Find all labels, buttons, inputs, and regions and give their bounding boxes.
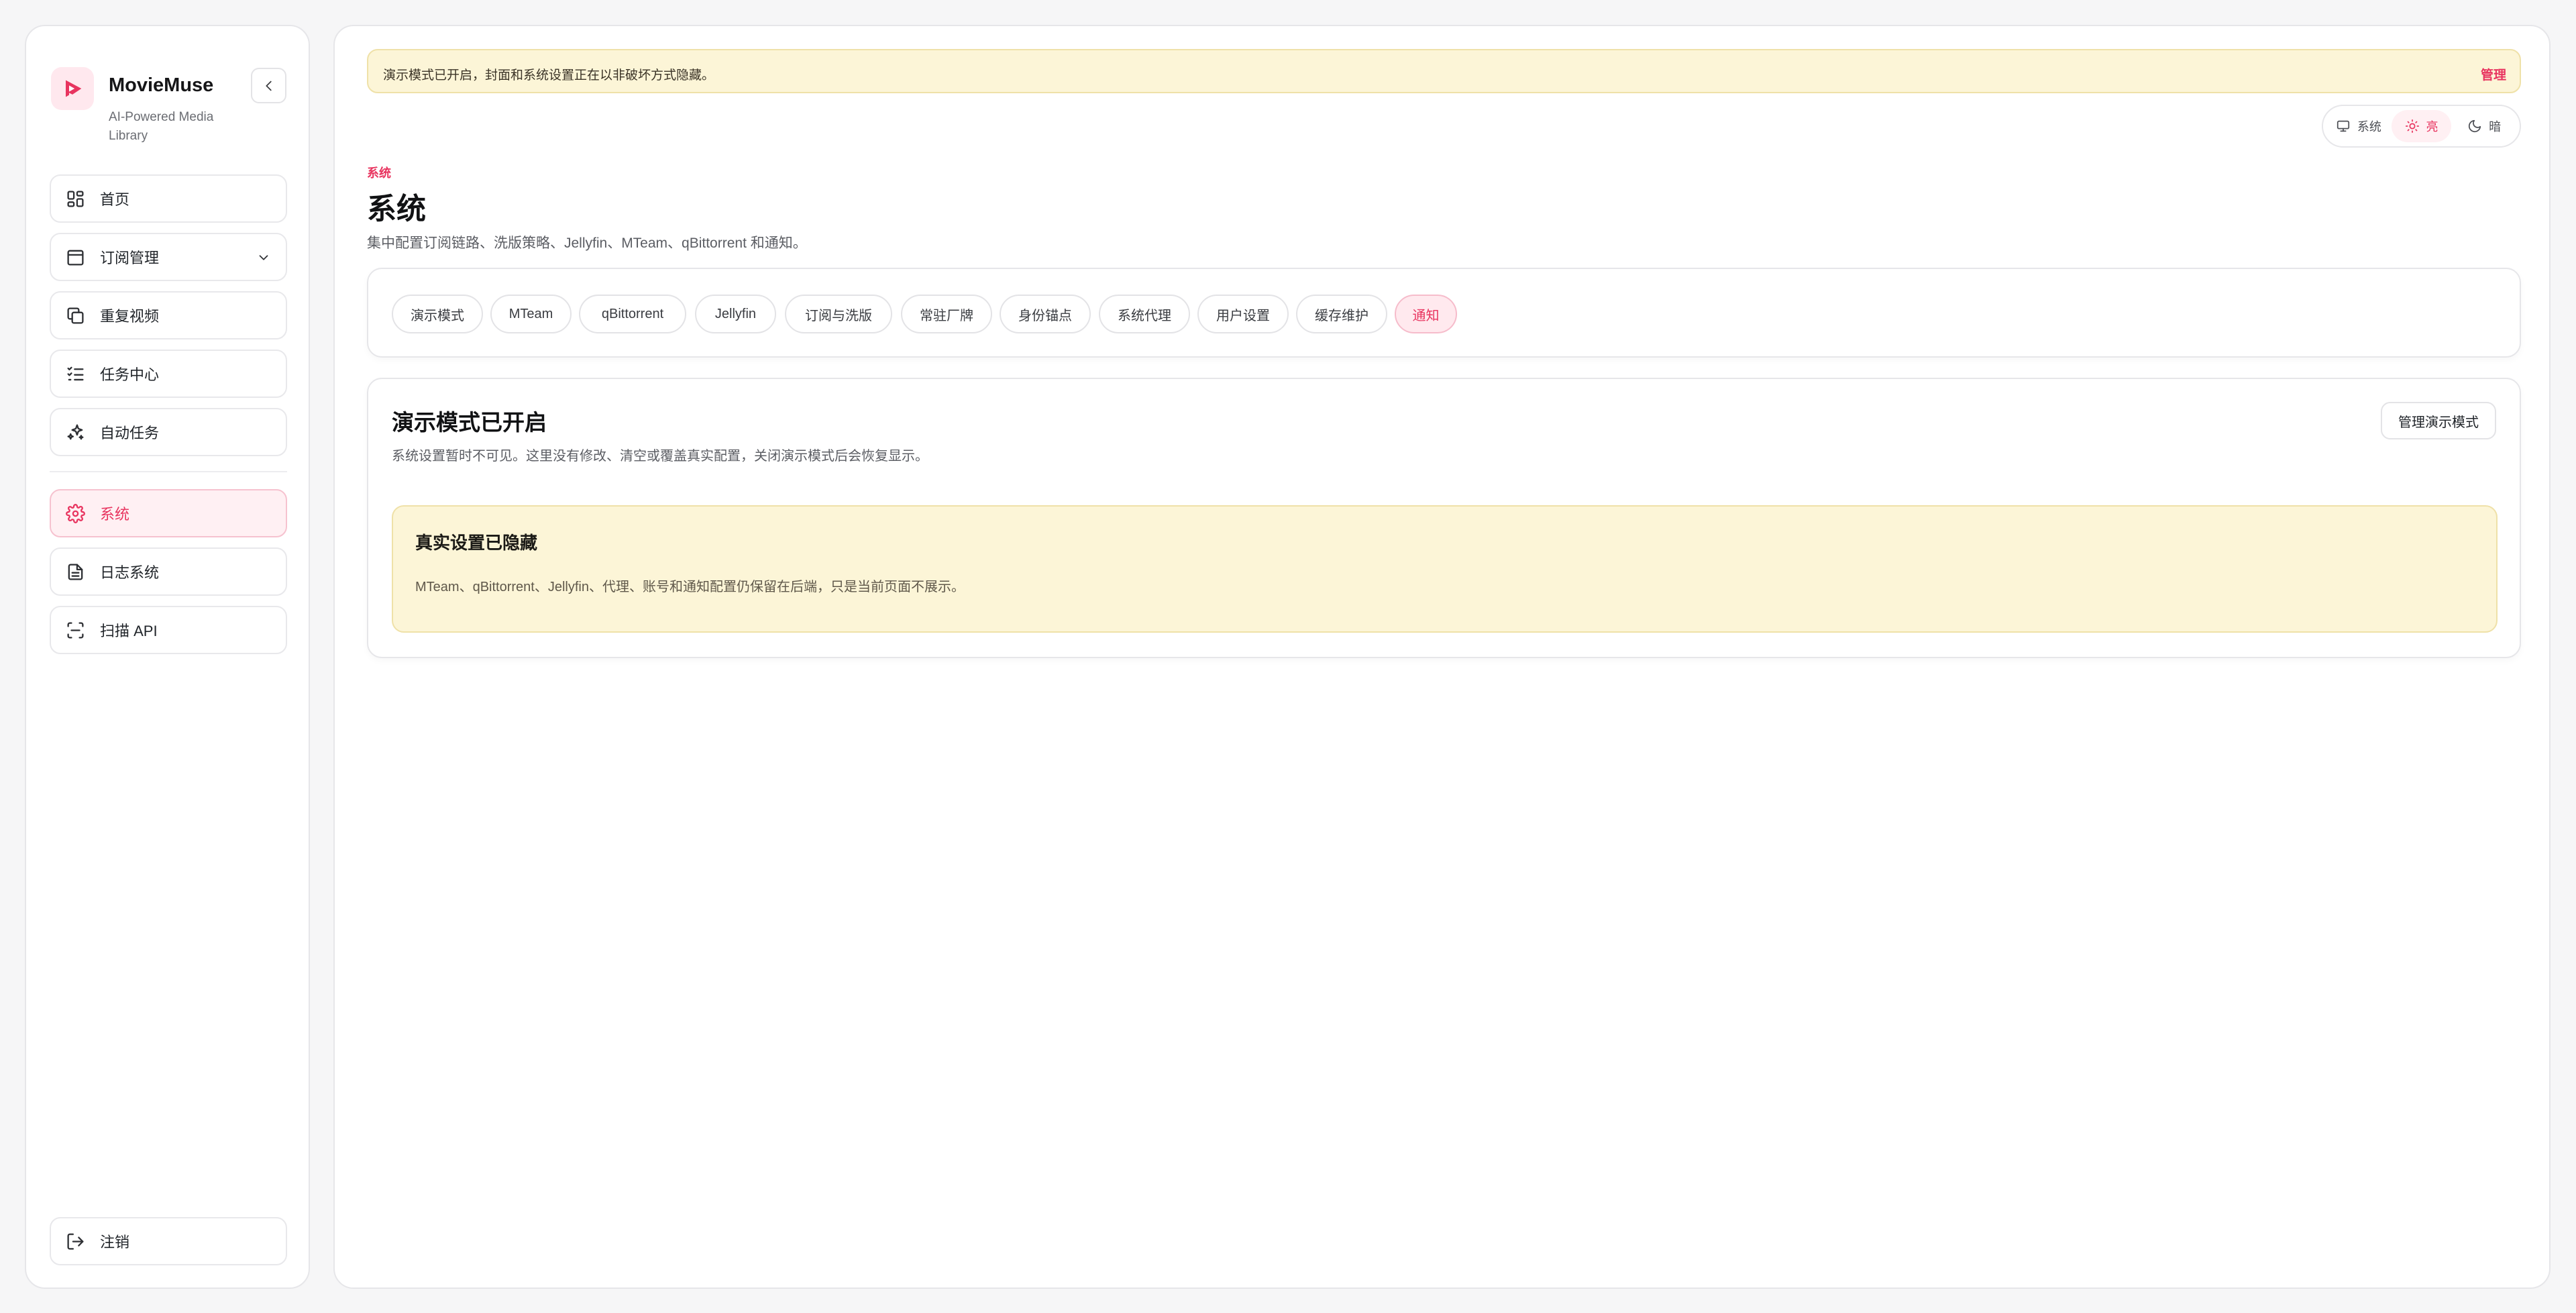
tab-resident-studios[interactable]: 常驻厂牌 bbox=[901, 295, 992, 333]
demo-card-title: 演示模式已开启 bbox=[392, 410, 547, 435]
logout-label: 注销 bbox=[100, 1234, 130, 1251]
sidebar-item-label: 订阅管理 bbox=[100, 250, 160, 266]
collapse-sidebar-button[interactable] bbox=[251, 68, 286, 103]
theme-option-system[interactable]: 系统 bbox=[2328, 110, 2389, 142]
theme-option-light[interactable]: 亮 bbox=[2391, 110, 2452, 142]
copy-icon bbox=[66, 306, 85, 325]
sidebar-item-duplicates[interactable]: 重复视频 bbox=[50, 291, 287, 339]
theme-option-label: 暗 bbox=[2489, 120, 2502, 134]
sidebar-item-label: 自动任务 bbox=[100, 425, 160, 441]
sidebar-item-label: 首页 bbox=[100, 191, 130, 208]
notice-title: 真实设置已隐藏 bbox=[415, 533, 538, 553]
tab-mteam[interactable]: MTeam bbox=[490, 295, 572, 333]
settings-tabs: 演示模式 MTeam qBittorrent Jellyfin 订阅与洗版 常驻… bbox=[367, 268, 2521, 358]
theme-switcher: 系统 亮 暗 bbox=[2322, 105, 2521, 148]
sidebar-item-logs[interactable]: 日志系统 bbox=[50, 547, 287, 596]
banner-message: 演示模式已开启，封面和系统设置正在以非破坏方式隐藏。 bbox=[383, 68, 715, 83]
logout-icon bbox=[66, 1232, 85, 1251]
scan-icon bbox=[66, 621, 85, 640]
page-eyebrow: 系统 bbox=[367, 166, 391, 180]
logout-button[interactable]: 注销 bbox=[50, 1217, 287, 1265]
notice-body: MTeam、qBittorrent、Jellyfin、代理、账号和通知配置仍保留… bbox=[415, 580, 965, 594]
sidebar-item-label: 系统 bbox=[100, 506, 130, 523]
tab-identity-anchors[interactable]: 身份锚点 bbox=[1000, 295, 1091, 333]
banner-manage-link[interactable]: 管理 bbox=[2481, 65, 2506, 83]
demo-mode-card: 演示模式已开启 系统设置暂时不可见。这里没有修改、清空或覆盖真实配置，关闭演示模… bbox=[367, 378, 2521, 658]
tab-notifications[interactable]: 通知 bbox=[1395, 295, 1457, 333]
calendar-icon bbox=[66, 248, 85, 267]
monitor-icon bbox=[2336, 119, 2351, 134]
sidebar-item-automation[interactable]: 自动任务 bbox=[50, 408, 287, 456]
sidebar: MovieMuse AI-Powered Media Library 首页 订阅… bbox=[25, 25, 310, 1289]
demo-card-description: 系统设置暂时不可见。这里没有修改、清空或覆盖真实配置，关闭演示模式后会恢复显示。 bbox=[392, 449, 928, 464]
theme-option-label: 亮 bbox=[2426, 120, 2438, 134]
tab-qbittorrent[interactable]: qBittorrent bbox=[579, 295, 686, 333]
page-description: 集中配置订阅链路、洗版策略、Jellyfin、MTeam、qBittorrent… bbox=[367, 235, 807, 251]
tab-cache-maintenance[interactable]: 缓存维护 bbox=[1296, 295, 1387, 333]
gear-icon bbox=[66, 503, 85, 523]
moon-icon bbox=[2467, 119, 2482, 134]
sidebar-item-tasks[interactable]: 任务中心 bbox=[50, 350, 287, 398]
sidebar-item-label: 日志系统 bbox=[100, 564, 160, 581]
tab-jellyfin[interactable]: Jellyfin bbox=[695, 295, 776, 333]
chevron-down-icon[interactable] bbox=[256, 250, 271, 265]
tab-user-settings[interactable]: 用户设置 bbox=[1197, 295, 1289, 333]
tab-system-proxy[interactable]: 系统代理 bbox=[1099, 295, 1190, 333]
theme-option-label: 系统 bbox=[2357, 120, 2381, 134]
settings-hidden-notice: 真实设置已隐藏 MTeam、qBittorrent、Jellyfin、代理、账号… bbox=[392, 505, 2498, 633]
list-check-icon bbox=[66, 364, 85, 384]
sun-icon bbox=[2405, 119, 2420, 134]
sparkles-icon bbox=[66, 423, 85, 442]
tab-subscription-upgrade[interactable]: 订阅与洗版 bbox=[785, 295, 892, 333]
sidebar-divider bbox=[50, 471, 287, 472]
main-panel: 演示模式已开启，封面和系统设置正在以非破坏方式隐藏。 管理 系统 亮 暗 系统 … bbox=[333, 25, 2551, 1289]
sidebar-item-home[interactable]: 首页 bbox=[50, 174, 287, 223]
chevron-left-icon bbox=[262, 78, 276, 93]
page-title: 系统 bbox=[367, 193, 426, 225]
manage-demo-mode-button[interactable]: 管理演示模式 bbox=[2381, 402, 2496, 439]
demo-mode-banner: 演示模式已开启，封面和系统设置正在以非破坏方式隐藏。 管理 bbox=[367, 49, 2521, 93]
sidebar-item-label: 重复视频 bbox=[100, 308, 160, 325]
brand-logo-icon bbox=[51, 67, 94, 110]
document-icon bbox=[66, 562, 85, 582]
tab-demo-mode[interactable]: 演示模式 bbox=[392, 295, 483, 333]
brand-tagline: AI-Powered Media Library bbox=[109, 110, 214, 143]
dashboard-icon bbox=[66, 189, 85, 209]
sidebar-item-subscriptions[interactable]: 订阅管理 bbox=[50, 233, 287, 281]
sidebar-item-label: 扫描 API bbox=[100, 623, 158, 639]
brand-name: MovieMuse bbox=[109, 74, 214, 96]
sidebar-item-scan-api[interactable]: 扫描 API bbox=[50, 606, 287, 654]
sidebar-item-system[interactable]: 系统 bbox=[50, 489, 287, 537]
theme-option-dark[interactable]: 暗 bbox=[2454, 110, 2514, 142]
sidebar-item-label: 任务中心 bbox=[100, 366, 160, 383]
